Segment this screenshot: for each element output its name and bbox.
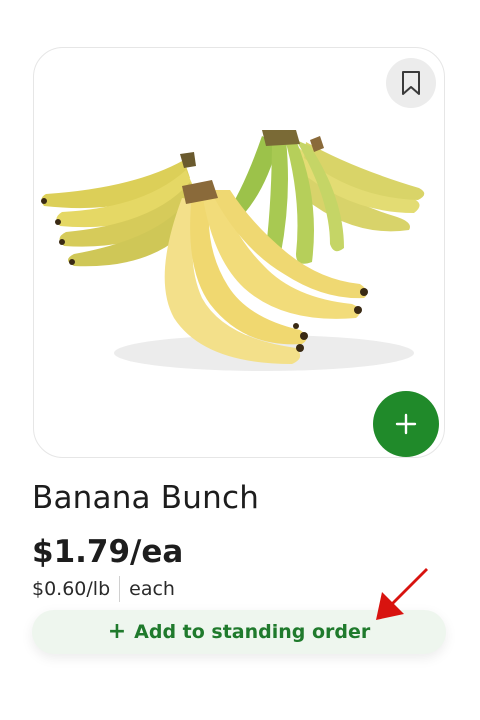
bookmark-button[interactable] (386, 58, 436, 108)
annotation-arrow-icon (376, 568, 428, 620)
unit-type: each (129, 578, 175, 600)
add-to-cart-button[interactable] (373, 391, 439, 457)
plus-icon (395, 413, 417, 435)
unit-price-row: $0.60/lb each (32, 576, 175, 602)
product-image-card[interactable] (33, 47, 445, 458)
standing-order-label: Add to standing order (134, 621, 371, 643)
product-name: Banana Bunch (32, 480, 260, 516)
product-price: $1.79/ea (32, 534, 184, 570)
product-page: Banana Bunch $1.79/ea $0.60/lb each + Ad… (0, 0, 480, 720)
bookmark-icon (402, 71, 420, 95)
divider (119, 576, 121, 602)
banana-image (41, 130, 425, 371)
unit-price: $0.60/lb (32, 578, 111, 600)
standing-order-plus-icon: + (107, 619, 127, 644)
